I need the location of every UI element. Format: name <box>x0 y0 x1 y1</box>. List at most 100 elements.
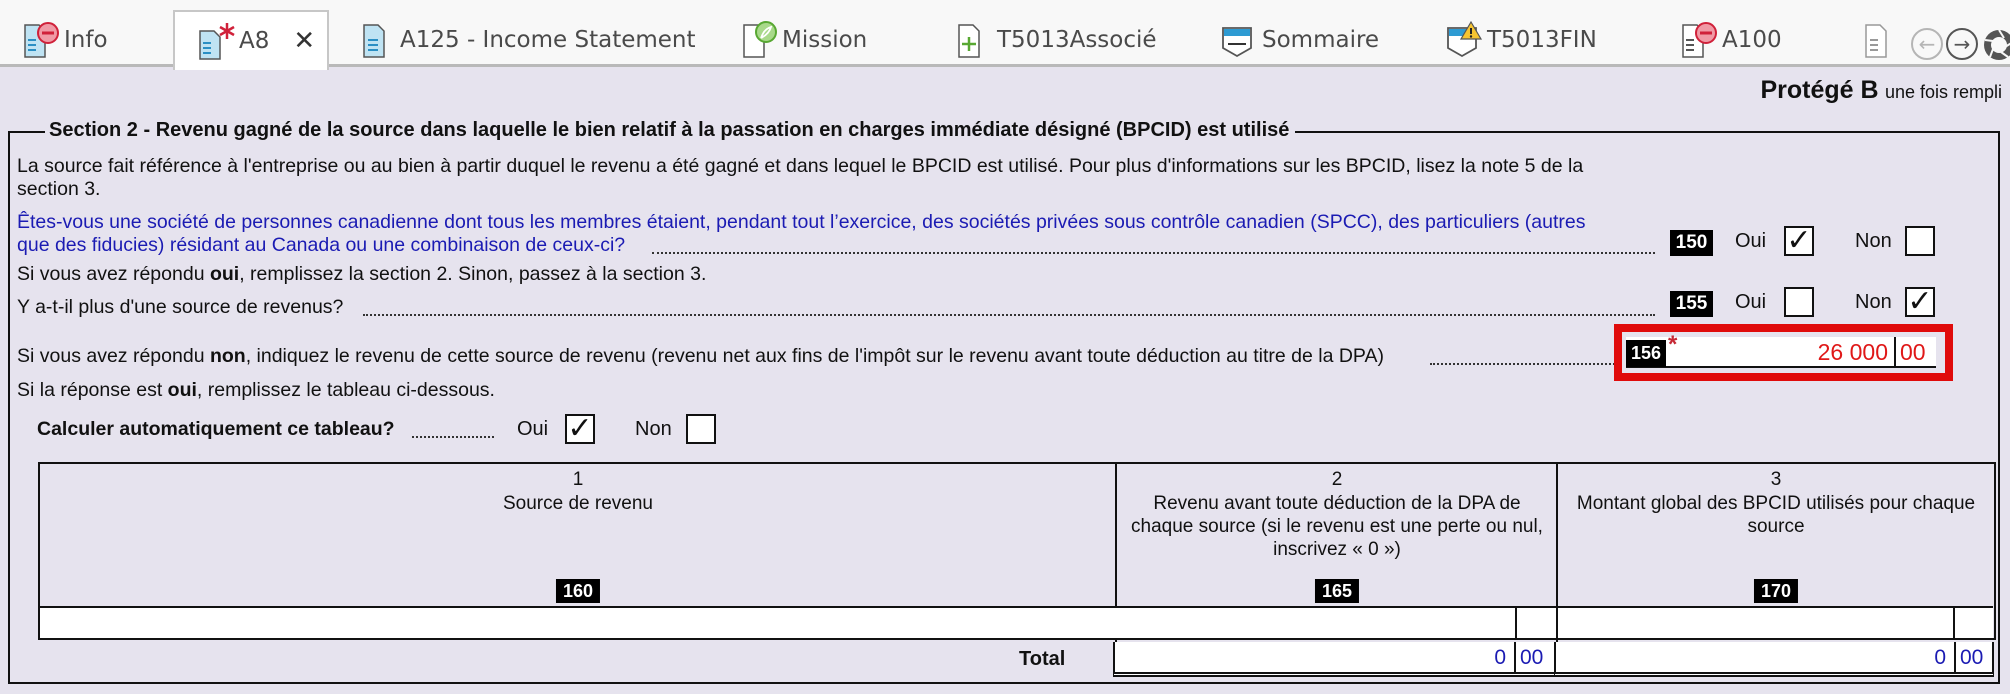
refresh-button[interactable] <box>1982 28 2010 67</box>
q155-oui-label: Oui <box>1735 291 1767 313</box>
instruction-bold: oui <box>209 263 240 285</box>
protected-label: Protégé B <box>1760 76 1879 104</box>
instruction-text: Si la réponse est <box>17 379 168 401</box>
line-code-150: 150 <box>1670 230 1713 256</box>
line-code-170: 170 <box>1753 579 1799 603</box>
instruction-text: , remplissez la section 2. Sinon, passez… <box>239 263 707 285</box>
tab-a100[interactable]: A100 <box>1680 12 1782 67</box>
total-label: Total <box>1019 648 1066 670</box>
section-instruction: Si vous avez répondu oui, remplissez la … <box>17 263 706 286</box>
total-165-value: 0 <box>1494 646 1506 669</box>
total-165-field: 0 00 <box>1113 642 1556 677</box>
document-modified-icon <box>197 21 235 61</box>
q156-text: Si vous avez répondu non, indiquez le re… <box>17 345 1384 368</box>
q156-text-post: , indiquez le revenu de cette source de … <box>245 345 1384 367</box>
q150-non-label: Non <box>1855 230 1892 252</box>
protected-b-notice: Protégé B une fois rempli <box>1760 76 2002 105</box>
tab-label: T5013FIN <box>1487 26 1597 53</box>
leader-dots <box>1430 363 1615 365</box>
auto-calc-oui-checkbox[interactable]: ✓ <box>565 414 595 444</box>
auto-calc-oui-label: Oui <box>517 418 549 440</box>
income-165-input[interactable] <box>1117 608 1507 638</box>
tab-t5013associe[interactable]: T5013Associé <box>955 12 1157 67</box>
document-add-icon <box>955 20 993 60</box>
arrow-right-icon: → <box>1953 32 1971 56</box>
document-icon <box>1862 20 1900 60</box>
arrow-left-icon: ← <box>1918 32 1936 56</box>
tab-overflow[interactable] <box>1862 12 1904 67</box>
column-description: Montant global des BPCID utilisés pour c… <box>1576 493 1976 537</box>
document-error-icon <box>1680 20 1718 60</box>
field-156-cents[interactable]: 00 <box>1900 339 1926 366</box>
required-mark: * <box>1668 331 1678 358</box>
tab-label: A8 <box>239 28 270 54</box>
source-input[interactable] <box>40 608 1114 638</box>
total-170-cents: 00 <box>1960 646 1984 669</box>
q155-text: Y a-t-il plus d'une source de revenus? <box>17 296 344 318</box>
q150-text-cont: que des fiducies) résidant au Canada ou … <box>17 234 626 256</box>
q155-oui-checkbox[interactable] <box>1784 287 1814 317</box>
document-error-icon <box>22 20 60 60</box>
q156-text-bold: non <box>209 345 246 367</box>
tab-t5013fin[interactable]: T5013FIN <box>1445 12 1597 67</box>
q155-non-checkbox[interactable]: ✓ <box>1905 287 1935 317</box>
summary-warning-icon <box>1445 20 1483 60</box>
aperture-icon <box>1984 29 2010 60</box>
column-number: 1 <box>572 469 584 490</box>
column-header-1: 1 Source de revenu 160 <box>40 464 1116 606</box>
auto-calc-label: Calculer automatiquement ce tableau? <box>37 418 395 440</box>
bpcid-170-input[interactable] <box>1558 608 1948 638</box>
column-number: 2 <box>1331 469 1343 490</box>
tab-a8[interactable]: A8 ✕ <box>173 10 330 70</box>
tab-a125[interactable]: A125 - Income Statement <box>358 12 696 67</box>
document-icon <box>358 20 396 60</box>
q156-text-pre: Si vous avez répondu <box>17 345 210 367</box>
cents-separator <box>1954 642 1956 672</box>
instruction-text: , remplissez le tableau ci-dessous. <box>196 379 495 401</box>
tab-sommaire[interactable]: Sommaire <box>1220 12 1379 67</box>
cents-separator <box>1515 608 1517 638</box>
line-code-165: 165 <box>1314 579 1360 603</box>
q150-text: Êtes-vous une société de personnes canad… <box>17 211 1586 233</box>
scroll-tabs-back-button[interactable]: ← <box>1911 28 1943 60</box>
tab-label: Info <box>64 26 108 53</box>
tab-label: Sommaire <box>1262 26 1380 53</box>
scroll-tabs-forward-button[interactable]: → <box>1946 28 1978 60</box>
tab-mission[interactable]: Mission <box>740 12 867 67</box>
tab-info[interactable]: Info <box>22 12 108 67</box>
auto-calc-non-label: Non <box>635 418 672 440</box>
intro-text: La source fait référence à l'entreprise … <box>17 155 1584 177</box>
cents-separator <box>1894 337 1896 367</box>
protected-suffix: une fois rempli <box>1884 82 2002 102</box>
leader-dots <box>412 436 494 438</box>
line-code-156: 156 <box>1626 340 1666 367</box>
column-header-2: 2 Revenu avant toute déduction de la DPA… <box>1117 464 1557 606</box>
intro-text-cont: section 3. <box>17 178 101 200</box>
section-title: Section 2 - Revenu gagné de la source da… <box>45 119 1296 142</box>
income-source-table: 1 Source de revenu 160 2 Revenu avant to… <box>38 462 1996 642</box>
instruction-bold: oui <box>167 379 197 401</box>
tab-bar: Info A8 ✕ A125 - Income Statement Missio… <box>0 0 2010 70</box>
tab-label: A100 <box>1722 26 1782 53</box>
field-156-value[interactable]: 26 000 <box>1818 339 1888 366</box>
leader-dots <box>363 314 1655 316</box>
auto-calc-non-checkbox[interactable] <box>686 414 716 444</box>
table-row <box>40 606 1993 638</box>
tab-label: Mission <box>782 26 868 53</box>
column-header-3: 3 Montant global des BPCID utilisés pour… <box>1558 464 1994 606</box>
column-description: Revenu avant toute déduction de la DPA d… <box>1131 493 1543 560</box>
q150-oui-checkbox[interactable]: ✓ <box>1784 226 1814 256</box>
cents-separator <box>1514 642 1516 672</box>
column-description: Source de revenu <box>503 493 653 514</box>
field-156-input[interactable]: 156 * 26 000 00 <box>1626 331 1936 368</box>
total-170-field: 0 00 <box>1554 642 1994 677</box>
close-tab-icon[interactable]: ✕ <box>293 26 315 56</box>
total-165-cents: 00 <box>1520 646 1544 669</box>
instruction-text: Si vous avez répondu <box>17 263 210 285</box>
table-instruction: Si la réponse est oui, remplissez le tab… <box>17 379 495 402</box>
q150-non-checkbox[interactable] <box>1905 226 1935 256</box>
document-feather-icon <box>740 20 778 60</box>
line-code-155: 155 <box>1670 291 1713 317</box>
leader-dots <box>652 252 1655 254</box>
q150-oui-label: Oui <box>1735 230 1767 252</box>
